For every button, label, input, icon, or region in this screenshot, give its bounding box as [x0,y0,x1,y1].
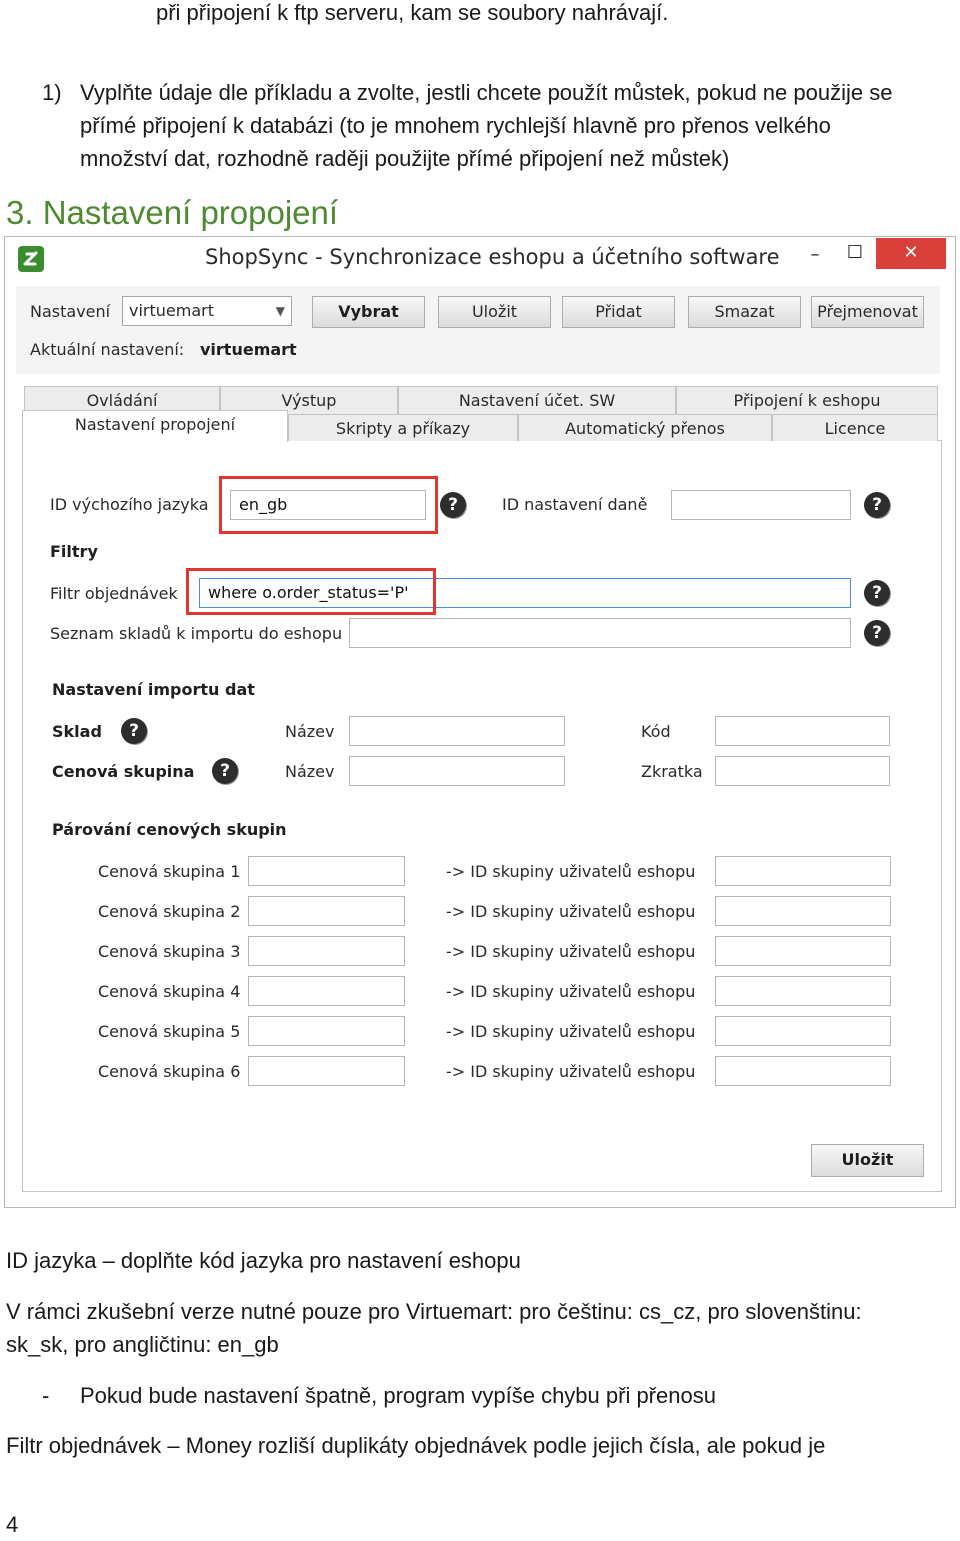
paragraph-filtr: Filtr objednávek – Money rozliší dupliká… [6,1433,826,1458]
save-button[interactable]: Uložit [811,1144,924,1177]
prejmenovat-button[interactable]: Přejmenovat [811,296,924,328]
settings-select[interactable]: virtuemart ▼ [122,296,292,326]
eshop-group-id-input[interactable] [715,896,891,926]
settings-select-value: virtuemart [129,301,214,320]
chevron-down-icon: ▼ [275,304,285,318]
paragraph-trial-line-1: V rámci zkušební verze nutné pouze pro V… [6,1299,862,1324]
price-group-input[interactable] [248,1056,405,1086]
step-text-line-2: přímé připojení k databázi (to je mnohem… [80,113,831,138]
price-group-label: Cenová skupina 2 [98,902,241,921]
help-icon[interactable]: ? [440,492,466,518]
eshop-group-id-input[interactable] [715,976,891,1006]
price-group-abbr-input[interactable] [715,756,890,786]
page-number: 4 [6,1512,19,1537]
highlight-filter-box [186,568,436,615]
section-heading: 3. Nastavení propojení [6,194,339,231]
sklad-label: Sklad [52,722,102,741]
step-text-line-1: Vyplňte údaje dle příkladu a zvolte, jes… [80,80,893,105]
tab-pripojeni-k-eshopu[interactable]: Připojení k eshopu [676,386,938,414]
price-group-label: Cenová skupina 1 [98,862,241,881]
kod-label: Kód [641,722,671,741]
price-group-input[interactable] [248,936,405,966]
price-group-label: Cenová skupina 4 [98,982,241,1001]
tab-licence[interactable]: Licence [772,414,938,441]
eshop-group-id-input[interactable] [715,1016,891,1046]
help-icon[interactable]: ? [864,492,890,518]
tab-nastaveni-ucet-sw[interactable]: Nastavení účet. SW [398,386,676,414]
price-group-input[interactable] [248,896,405,926]
paragraph-trial-line-2: sk_sk, pro angličtinu: en_gb [6,1332,279,1357]
cenova-skupina-label: Cenová skupina [52,762,195,781]
eshop-group-id-input[interactable] [715,1056,891,1086]
minimize-button[interactable]: – [800,240,830,270]
price-group-label: Cenová skupina 5 [98,1022,241,1041]
zkratka-label: Zkratka [641,762,703,781]
window-title: ShopSync - Synchronizace eshopu a účetní… [205,245,780,269]
intro-line: při připojení k ftp serveru, kam se soub… [156,0,669,25]
help-icon[interactable]: ? [121,718,147,744]
eshop-group-id-label: -> ID skupiny uživatelů eshopu [446,942,696,961]
language-id-input[interactable]: en_gb [230,490,426,520]
help-icon[interactable]: ? [864,580,890,606]
eshop-group-id-input[interactable] [715,856,891,886]
warehouse-name-input[interactable] [349,716,565,746]
smazat-button[interactable]: Smazat [688,296,801,328]
price-group-label: Cenová skupina 6 [98,1062,241,1081]
filtry-heading: Filtry [50,542,98,561]
nastaveni-label: Nastavení [30,302,111,321]
bullet-text: Pokud bude nastavení špatně, program vyp… [80,1383,716,1408]
eshop-group-id-label: -> ID skupiny uživatelů eshopu [446,1022,696,1041]
price-group-input[interactable] [248,976,405,1006]
price-group-input[interactable] [248,856,405,886]
eshop-group-id-label: -> ID skupiny uživatelů eshopu [446,1062,696,1081]
import-settings-heading: Nastavení importu dat [52,680,255,699]
price-group-label: Cenová skupina 3 [98,942,241,961]
paragraph-id-jazyka: ID jazyka – doplňte kód jazyka pro nasta… [6,1248,521,1273]
tab-nastaveni-propojeni[interactable]: Nastavení propojení [22,410,288,442]
sklad-nazev-label: Název [285,722,335,741]
step-number: 1) [42,80,62,105]
tax-id-input[interactable] [671,490,851,520]
id-dane-label: ID nastavení daně [502,495,648,514]
app-logo-icon [18,246,44,272]
ulozit-top-button[interactable]: Uložit [438,296,551,328]
tab-automaticky-prenos[interactable]: Automatický přenos [518,414,772,441]
filtr-objednavek-label: Filtr objednávek [50,584,178,603]
aktualni-nastaveni-value: virtuemart [200,340,297,359]
close-button[interactable]: ✕ [876,238,946,269]
warehouse-list-input[interactable] [349,618,851,648]
cenova-nazev-label: Název [285,762,335,781]
eshop-group-id-input[interactable] [715,936,891,966]
help-icon[interactable]: ? [212,758,238,784]
vybrat-button[interactable]: Vybrat [312,296,425,328]
warehouse-code-input[interactable] [715,716,890,746]
bullet-dash: - [42,1383,50,1408]
price-group-input[interactable] [248,1016,405,1046]
eshop-group-id-label: -> ID skupiny uživatelů eshopu [446,982,696,1001]
eshop-group-id-label: -> ID skupiny uživatelů eshopu [446,862,696,881]
price-group-name-input[interactable] [349,756,565,786]
step-text-line-3: množství dat, rozhodně raději použijte p… [80,146,730,171]
id-jazyka-label: ID výchozího jazyka [50,495,209,514]
tab-skripty-a-prikazy[interactable]: Skripty a příkazy [288,414,518,441]
eshop-group-id-label: -> ID skupiny uživatelů eshopu [446,902,696,921]
help-icon[interactable]: ? [864,620,890,646]
seznam-skladu-label: Seznam skladů k importu do eshopu [50,624,343,643]
parovani-heading: Párování cenových skupin [52,820,287,839]
pridat-button[interactable]: Přidat [562,296,675,328]
aktualni-nastaveni-label: Aktuální nastavení: [30,340,185,359]
maximize-button[interactable]: ☐ [840,238,870,268]
